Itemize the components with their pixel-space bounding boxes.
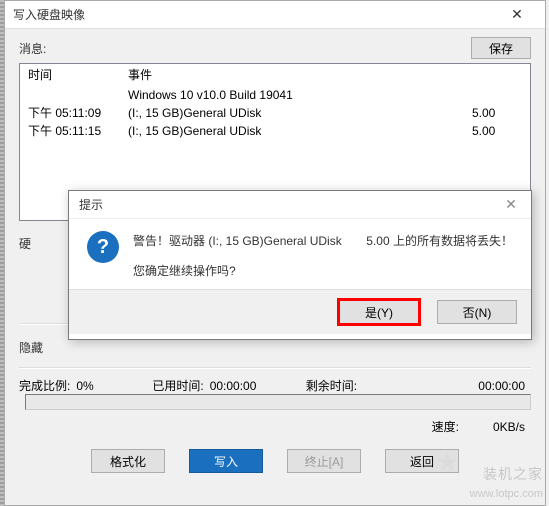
speed-label: 速度: [432, 418, 459, 435]
close-icon[interactable]: ✕ [497, 1, 537, 29]
speed-value: 0KB/s [465, 420, 525, 434]
window-title: 写入硬盘映像 [13, 6, 497, 23]
progress-bar [25, 394, 531, 410]
col-time: 时间 [28, 66, 128, 84]
format-button[interactable]: 格式化 [91, 449, 165, 473]
log-row: 下午 05:11:09 (I:, 15 GB)General UDisk 5.0… [28, 104, 522, 122]
log-value: 5.00 [472, 104, 522, 122]
warning-text-b: 5.00 上的所有数据将丢失！ [366, 231, 513, 251]
remain-value: 00:00:00 [363, 379, 525, 393]
stop-button[interactable]: 终止[A] [287, 449, 361, 473]
back-button[interactable]: 返回 [385, 449, 459, 473]
log-event: (I:, 15 GB)General UDisk [128, 122, 472, 140]
dialog-body: ? 警告！驱动器 (I:, 15 GB)General UDisk 5.00 上… [69, 219, 531, 289]
question-icon: ? [87, 231, 119, 263]
write-button[interactable]: 写入 [189, 449, 263, 473]
message-row: 消息: 保存 [19, 37, 531, 59]
remain-label: 剩余时间: [306, 377, 357, 394]
titlebar: 写入硬盘映像 ✕ [5, 1, 545, 29]
dialog-text: 警告！驱动器 (I:, 15 GB)General UDisk 5.00 上的所… [133, 231, 513, 281]
message-label: 消息: [19, 40, 471, 57]
log-value: 5.00 [472, 122, 522, 140]
log-event: (I:, 15 GB)General UDisk [128, 104, 472, 122]
log-header: 时间 事件 [28, 66, 522, 84]
confirm-text: 您确定继续操作吗? [133, 261, 513, 281]
dialog-titlebar: 提示 ✕ [69, 191, 531, 219]
no-button[interactable]: 否(N) [437, 300, 517, 324]
log-time: 下午 05:11:15 [28, 122, 128, 140]
log-body: Windows 10 v10.0 Build 19041 下午 05:11:09… [28, 86, 522, 140]
col-event: 事件 [128, 66, 152, 84]
dialog-buttons: 是(Y) 否(N) [69, 289, 531, 334]
warning-text-a: 警告！驱动器 (I:, 15 GB)General UDisk [133, 231, 350, 251]
dialog-title: 提示 [79, 196, 501, 213]
log-line-build: Windows 10 v10.0 Build 19041 [28, 86, 522, 104]
elapsed-label: 已用时间: [152, 377, 203, 394]
hidden-label: 隐藏 [19, 339, 103, 356]
speed-row: 速度: 0KB/s [19, 418, 531, 435]
log-row: 下午 05:11:15 (I:, 15 GB)General UDisk 5.0… [28, 122, 522, 140]
log-time: 下午 05:11:09 [28, 104, 128, 122]
button-row: 格式化 写入 终止[A] 返回 [19, 449, 531, 473]
save-button[interactable]: 保存 [471, 37, 531, 59]
yes-button[interactable]: 是(Y) [339, 300, 419, 324]
elapsed-value: 00:00:00 [210, 379, 300, 393]
ratio-label: 完成比例: [19, 377, 70, 394]
progress-row: 完成比例: 0% 已用时间: 00:00:00 剩余时间: 00:00:00 [19, 377, 531, 394]
close-icon[interactable]: ✕ [501, 196, 521, 213]
prompt-dialog: 提示 ✕ ? 警告！驱动器 (I:, 15 GB)General UDisk 5… [68, 190, 532, 340]
separator [19, 367, 531, 369]
ratio-value: 0% [76, 379, 146, 393]
